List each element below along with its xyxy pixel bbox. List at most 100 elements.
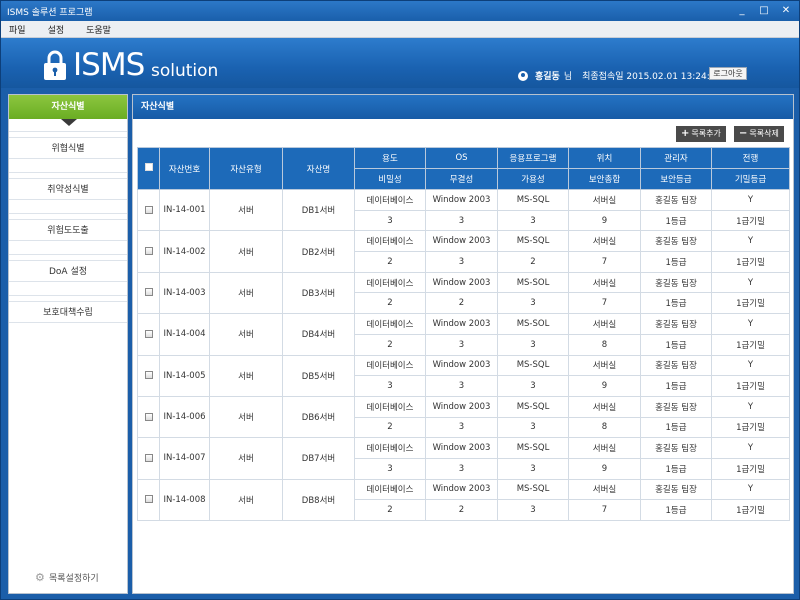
asset-location: 서버실 [568,395,641,418]
sidebar-item-doa[interactable]: DoA 설정 [9,260,127,282]
divider [9,213,127,214]
asset-id: IN-14-007 [159,437,210,480]
asset-use: 데이터베이스 [354,313,426,335]
col-status[interactable]: 전행 [711,147,790,169]
integrity: 2 [425,292,498,315]
confidentiality: 3 [354,209,426,232]
col-app[interactable]: 응용프로그램 [497,147,569,169]
asset-name: DB2서버 [282,230,355,273]
security-grade: 1등급 [640,375,712,397]
asset-id: IN-14-008 [159,478,210,522]
row-checkbox[interactable] [137,395,160,439]
availability: 3 [497,457,569,480]
asset-id: IN-14-006 [159,395,210,439]
integrity: 3 [425,209,498,232]
list-settings-button[interactable]: ⚙ 목록설정하기 [35,570,99,585]
asset-use: 데이터베이스 [354,189,426,211]
table-row[interactable]: IN-14-007 서버 DB7서버 데이터베이스 Window 2003 MS-SQL 서… [137,437,790,480]
col-integrity[interactable]: 무결성 [425,168,498,190]
row-checkbox[interactable] [137,188,160,232]
availability: 3 [497,499,569,521]
asset-use: 데이터베이스 [354,271,426,294]
asset-type: 서버 [209,395,283,439]
col-secret-grade[interactable]: 기밀등급 [711,168,790,190]
col-os[interactable]: OS [425,147,498,169]
lock-icon [44,50,66,80]
row-checkbox[interactable] [137,271,160,315]
asset-manager: 홍길동 팀장 [640,230,712,253]
sidebar-item-risk[interactable]: 위험도도출 [9,219,127,241]
table-row[interactable]: IN-14-001 서버 DB1서버 데이터베이스 Window 2003 MS-SQL 서… [137,188,790,232]
menu-bar: 파일 설정 도움말 [1,21,799,38]
asset-use: 데이터베이스 [354,354,426,377]
select-all-checkbox[interactable] [137,147,160,190]
security-grade: 1등급 [640,209,712,232]
add-item-button[interactable]: + 목록추가 [676,126,726,142]
minimize-icon[interactable]: _ [735,4,749,17]
user-info: 홍길동 님 최종접속일 2015.02.01 13:24:03 [518,69,721,82]
integrity: 3 [425,251,498,273]
secret-grade: 1급기밀 [711,333,790,356]
sidebar-item-protection[interactable]: 보호대책수립 [9,301,127,323]
integrity: 3 [425,333,498,356]
table-row[interactable]: IN-14-008 서버 DB8서버 데이터베이스 Window 2003 MS-SQL 서… [137,478,790,522]
asset-name: DB8서버 [282,478,355,522]
asset-location: 서버실 [568,189,641,211]
asset-status: Y [711,437,790,459]
row-checkbox[interactable] [137,437,160,480]
col-availability[interactable]: 가용성 [497,168,569,190]
asset-app: MS-SQL [497,395,569,418]
asset-os: Window 2003 [425,230,498,253]
table-row[interactable]: IN-14-002 서버 DB2서버 데이터베이스 Window 2003 MS-SQL 서… [137,230,790,273]
asset-type: 서버 [209,188,283,232]
main-panel: 자산식별 + 목록추가 − 목록삭제 자산번호 자산유형 자산명 용도 OS 응… [132,94,794,594]
asset-os: Window 2003 [425,354,498,377]
col-asset-id[interactable]: 자산번호 [159,147,210,190]
logo-subtext: solution [151,61,219,81]
logout-button[interactable]: 로그아웃 [709,67,747,80]
col-asset-name[interactable]: 자산명 [282,147,355,190]
close-icon[interactable]: ✕ [779,4,793,17]
col-location[interactable]: 위치 [568,147,641,169]
row-checkbox[interactable] [137,478,160,522]
row-checkbox[interactable] [137,313,160,356]
asset-name: DB7서버 [282,437,355,480]
menu-settings[interactable]: 설정 [48,23,65,36]
table-row[interactable]: IN-14-003 서버 DB3서버 데이터베이스 Window 2003 MS-SOL 서… [137,271,790,315]
app-header: ISMS solution 홍길동 님 최종접속일 2015.02.01 13:… [1,38,799,88]
col-manager[interactable]: 관리자 [640,147,712,169]
asset-os: Window 2003 [425,189,498,211]
gear-icon: ⚙ [35,570,45,584]
asset-id: IN-14-003 [159,271,210,315]
asset-app: MS-SQL [497,437,569,459]
sidebar-item-threat[interactable]: 위협식별 [9,137,127,159]
table-row[interactable]: IN-14-006 서버 DB6서버 데이터베이스 Window 2003 MS-SQL 서… [137,395,790,439]
asset-type: 서버 [209,271,283,315]
col-asset-type[interactable]: 자산유형 [209,147,283,190]
col-security-total[interactable]: 보안총합 [568,168,641,190]
minus-icon: − [739,128,748,139]
col-use[interactable]: 용도 [354,147,426,169]
availability: 3 [497,416,569,439]
security-total: 8 [568,333,641,356]
maximize-icon[interactable]: □ [757,4,771,17]
sidebar-item-vulnerability[interactable]: 취약성식별 [9,178,127,200]
asset-id: IN-14-005 [159,354,210,397]
row-checkbox[interactable] [137,354,160,397]
asset-type: 서버 [209,478,283,522]
sidebar-item-asset[interactable]: 자산식별 [9,95,127,119]
last-login: 최종접속일 2015.02.01 13:24:03 [582,72,722,82]
secret-grade: 1급기밀 [711,251,790,273]
asset-use: 데이터베이스 [354,230,426,253]
menu-file[interactable]: 파일 [9,23,26,36]
asset-manager: 홍길동 팀장 [640,271,712,294]
col-security-grade[interactable]: 보안등급 [640,168,712,190]
table-row[interactable]: IN-14-004 서버 DB4서버 데이터베이스 Window 2003 MS-SOL 서… [137,313,790,356]
table-row[interactable]: IN-14-005 서버 DB5서버 데이터베이스 Window 2003 MS-SQL 서… [137,354,790,397]
row-checkbox[interactable] [137,230,160,273]
delete-item-button[interactable]: − 목록삭제 [734,126,784,142]
col-confidentiality[interactable]: 비밀성 [354,168,426,190]
menu-help[interactable]: 도움말 [86,23,111,36]
user-suffix: 님 [563,72,573,82]
asset-id: IN-14-002 [159,230,210,273]
